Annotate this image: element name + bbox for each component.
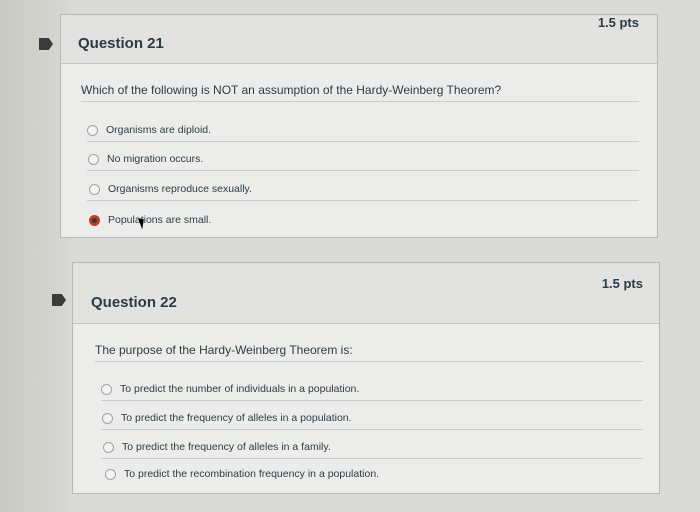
question-22-option-3[interactable]: To predict the frequency of alleles in a… — [103, 438, 331, 456]
question-21-option-3[interactable]: Organisms reproduce sexually. — [89, 180, 252, 198]
divider — [101, 400, 643, 401]
option-label: Organisms reproduce sexually. — [108, 183, 252, 195]
radio-button-icon[interactable] — [101, 383, 112, 395]
radio-button-icon[interactable] — [87, 124, 98, 136]
option-label: Populations are small. — [108, 214, 212, 226]
divider — [87, 200, 639, 201]
question-22-text: The purpose of the Hardy-Weinberg Theore… — [95, 343, 353, 357]
question-22-title: Question 22 — [91, 294, 177, 311]
radio-button-icon[interactable] — [88, 153, 99, 165]
question-22-points: 1.5 pts — [601, 276, 643, 291]
radio-button-icon[interactable] — [103, 441, 114, 453]
divider — [101, 429, 643, 430]
question-21-points: 1.5 pts — [597, 15, 639, 30]
question-21-option-4[interactable]: Populations are small. — [89, 211, 211, 229]
question-21-text: Which of the following is NOT an assumpt… — [81, 83, 502, 97]
option-label: To predict the recombination frequency i… — [124, 468, 380, 480]
option-label: To predict the number of individuals in … — [120, 383, 360, 395]
radio-button-icon[interactable] — [102, 412, 113, 424]
option-label: To predict the frequency of alleles in a… — [121, 412, 352, 424]
option-label: No migration occurs. — [107, 153, 204, 165]
divider — [81, 101, 639, 102]
option-label: Organisms are diploid. — [106, 124, 212, 136]
divider — [101, 458, 643, 459]
question-22-option-4[interactable]: To predict the recombination frequency i… — [105, 465, 379, 483]
question-21-option-1[interactable]: Organisms are diploid. — [87, 121, 211, 139]
question-21-option-2[interactable]: No migration occurs. — [88, 150, 203, 168]
question-22-option-1[interactable]: To predict the number of individuals in … — [101, 380, 359, 398]
option-label: To predict the frequency of alleles in a… — [122, 441, 331, 453]
question-21-title: Question 21 — [78, 35, 164, 52]
radio-button-icon[interactable] — [105, 468, 116, 480]
question-21-card: Question 21 1.5 pts Which of the followi… — [60, 14, 658, 238]
question-22-option-2[interactable]: To predict the frequency of alleles in a… — [102, 409, 352, 427]
divider — [87, 141, 639, 142]
question-22-card: 1.5 pts Question 22 The purpose of the H… — [72, 262, 660, 494]
divider — [87, 170, 639, 171]
divider — [95, 361, 643, 362]
radio-button-icon[interactable] — [89, 183, 100, 195]
radio-button-icon[interactable] — [89, 214, 100, 226]
